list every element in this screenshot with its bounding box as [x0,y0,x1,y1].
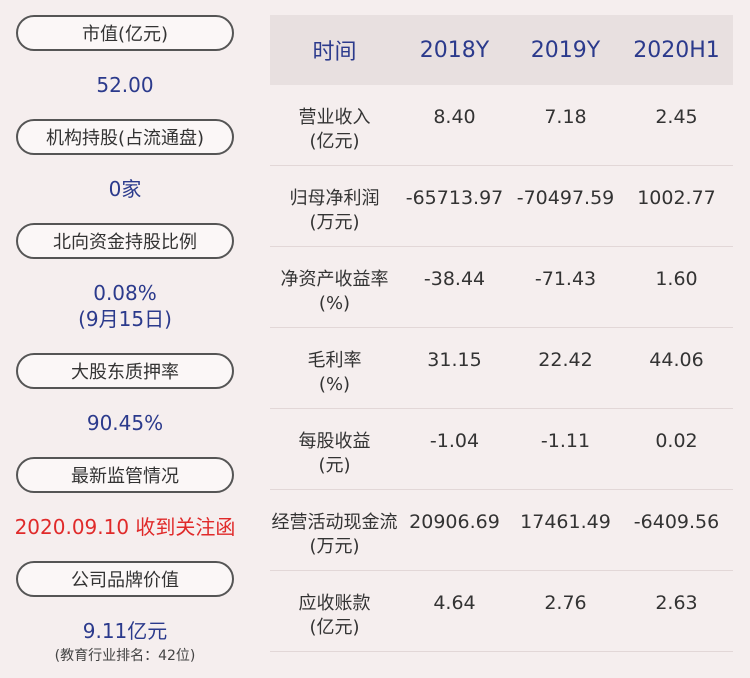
brand-value-rank-note: (教育行业排名：42位) [54,648,196,664]
row-label-unit: (万元) [309,536,360,557]
cell-2019y: -70497.59 [516,187,615,209]
brand-value-value: 9.11亿元 [82,619,168,643]
institutional-holding-label: 机构持股(占流通盘) [16,119,234,155]
row-label-unit: (亿元) [309,131,360,152]
cell-2018y: 31.15 [427,349,482,371]
northbound-ratio-label: 北向资金持股比例 [16,223,234,259]
header-2019y: 2019Y [530,37,601,63]
market-cap-label: 市值(亿元) [16,15,234,51]
row-label-unit: (元) [318,455,351,476]
cell-2020h1: 44.06 [649,349,704,371]
row-label-unit: (万元) [309,212,360,233]
cell-2020h1: 0.02 [655,430,698,452]
cell-2020h1: 2.63 [655,592,698,614]
row-label-line1: 净资产收益率 [280,269,389,290]
row-label-line1: 营业收入 [298,107,371,128]
row-label-line1: 应收账款 [298,593,371,614]
row-label: 经营活动现金流 (万元) [270,490,399,559]
table-row: 经营活动现金流 (万元) 20906.69 17461.49 -6409.56 [270,490,733,571]
row-label-line1: 经营活动现金流 [271,512,398,533]
pledge-ratio-value: 90.45% [86,411,164,435]
cell-2020h1: 1002.77 [637,187,716,209]
table-row: 应收账款 (亿元) 4.64 2.76 2.63 [270,571,733,652]
cell-2018y: 20906.69 [409,511,500,533]
institutional-holding-value: 0家 [108,177,142,201]
row-label: 应收账款 (亿元) [270,571,399,640]
row-label-line1: 归母净利润 [289,188,380,209]
table-row: 营业收入 (亿元) 8.40 7.18 2.45 [270,85,733,166]
pledge-ratio-label: 大股东质押率 [16,353,234,389]
northbound-ratio-value: 0.08% [93,281,157,305]
header-2020h1: 2020H1 [633,37,720,63]
row-label: 净资产收益率 (%) [270,247,399,316]
cell-2020h1: -6409.56 [633,511,720,533]
row-label: 毛利率 (%) [270,328,399,397]
regulatory-status-value: 2020.09.10 收到关注函 [14,515,236,539]
cell-2019y: 17461.49 [520,511,611,533]
row-label: 营业收入 (亿元) [270,85,399,154]
row-label: 每股收益 (元) [270,409,399,478]
cell-2019y: 2.76 [544,592,587,614]
table-row: 净资产收益率 (%) -38.44 -71.43 1.60 [270,247,733,328]
row-label-unit: (亿元) [309,617,360,638]
cell-2019y: -71.43 [534,268,597,290]
table-row: 每股收益 (元) -1.04 -1.11 0.02 [270,409,733,490]
row-label-line1: 毛利率 [307,350,362,371]
header-time: 时间 [312,40,357,65]
cell-2018y: -65713.97 [405,187,504,209]
row-label-unit: (%) [318,374,351,395]
cell-2019y: 22.42 [538,349,593,371]
summary-panel: 市值(亿元) 52.00 机构持股(占流通盘) 0家 北向资金持股比例 0.08… [0,0,250,678]
market-cap-value: 52.00 [96,73,154,97]
row-label-line1: 每股收益 [298,431,371,452]
cell-2019y: -1.11 [540,430,591,452]
financial-table: 时间 2018Y 2019Y 2020H1 营业收入 (亿元) 8.40 7.18… [270,15,733,652]
cell-2020h1: 2.45 [655,106,698,128]
cell-2018y: 8.40 [433,106,476,128]
regulatory-status-label: 最新监管情况 [16,457,234,493]
header-2018y: 2018Y [419,37,490,63]
row-label: 归母净利润 (万元) [270,166,399,235]
cell-2018y: -38.44 [423,268,486,290]
table-row: 归母净利润 (万元) -65713.97 -70497.59 1002.77 [270,166,733,247]
cell-2020h1: 1.60 [655,268,698,290]
brand-value-label: 公司品牌价值 [16,561,234,597]
row-label-unit: (%) [318,293,351,314]
cell-2018y: -1.04 [429,430,480,452]
table-header: 时间 2018Y 2019Y 2020H1 [270,15,733,85]
northbound-ratio-date: (9月15日) [78,307,172,331]
cell-2018y: 4.64 [433,592,476,614]
cell-2019y: 7.18 [544,106,587,128]
table-row: 毛利率 (%) 31.15 22.42 44.06 [270,328,733,409]
